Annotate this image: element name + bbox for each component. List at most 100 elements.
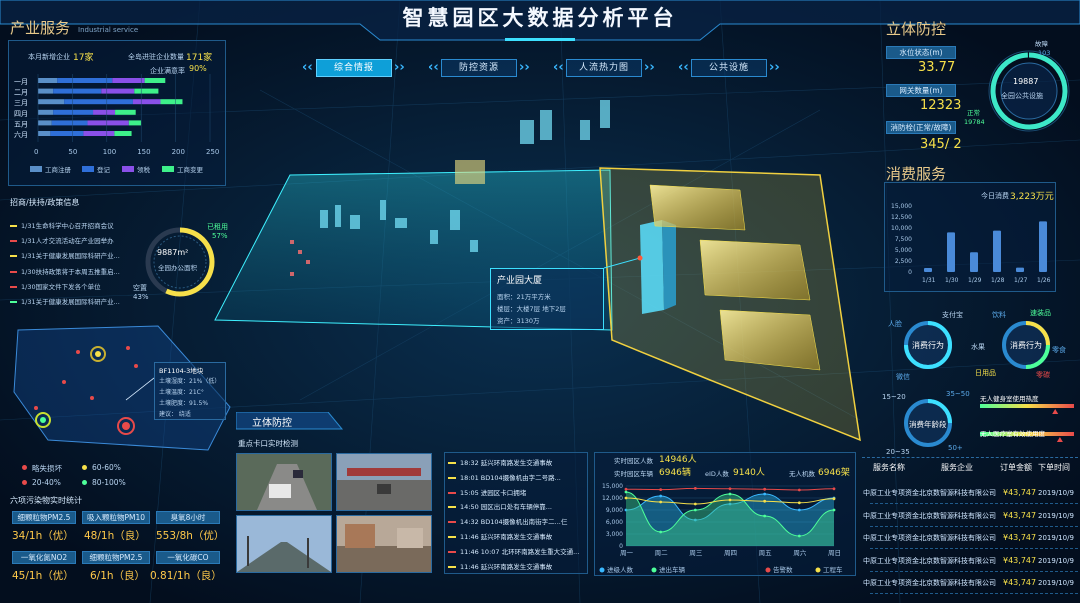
bar-segment — [51, 120, 88, 126]
policy-item[interactable]: 1/30国家文件下发各个单位 — [10, 281, 101, 291]
tick-label: 250 — [206, 148, 219, 156]
water-label: 水位状态(m) — [886, 46, 956, 59]
drone-label: 无人机数 — [789, 470, 815, 478]
tick-label: 12,500 — [891, 214, 912, 221]
tag-drink: 饮料 — [992, 311, 1006, 319]
hydrant-label: 消防栓(正常/故障) — [886, 121, 956, 134]
data-point — [693, 508, 697, 512]
tick-label: 15,000 — [891, 203, 912, 210]
tag-daily: 日用品 — [975, 369, 996, 377]
event-item-text: 11:46 延兴环南路发生交通事故 — [460, 533, 553, 541]
event-item[interactable]: 18:32 延兴环南路发生交通事故 — [448, 457, 552, 467]
data-point — [624, 496, 628, 500]
category-label: 周四 — [724, 549, 737, 557]
policy-item[interactable]: 1/31人才交流活动在产业园举办 — [10, 235, 114, 245]
heat-bar — [980, 404, 1074, 408]
camera-feed-3[interactable] — [236, 515, 332, 573]
bar-segment — [53, 88, 102, 94]
data-point — [624, 487, 628, 491]
category-label: 1/29 — [968, 277, 982, 284]
legend-label: 进出车辆 — [659, 565, 686, 574]
policy-item[interactable]: 1/31关于健康发展国际科研产业... — [10, 250, 120, 260]
table-cell: ¥43,747 — [1003, 510, 1037, 520]
people-value: 14946人 — [659, 455, 697, 465]
event-item[interactable]: 11:46 延兴环南路发生交通事故 — [448, 561, 552, 571]
event-item[interactable]: 11:46 延兴环南路发生交通事故 — [448, 531, 552, 541]
chevron-right-icon: ›› — [519, 60, 530, 75]
event-item[interactable]: 14:32 BD104摄像机出南街字二...仨 — [448, 516, 567, 526]
category-label: 周日 — [828, 549, 841, 557]
event-item-text: 11:46 延兴环南路发生交通事故 — [460, 562, 553, 571]
data-point — [832, 497, 836, 501]
age-35-50: 35~50 — [946, 390, 970, 398]
bar-segment — [53, 109, 94, 115]
pm25-label: 细颗粒物PM2.5 — [12, 511, 76, 524]
bar-segment — [57, 78, 113, 83]
event-item[interactable]: 15:05 进园区卡口拥堵 — [448, 487, 526, 497]
orders-header-service: 服务名称 — [873, 463, 905, 472]
industry-bar-chart: 一月二月三月四月五月六月 0 50 100 150 200 250 — [14, 74, 219, 156]
tab-heatmap[interactable]: 人流热力图 — [566, 59, 642, 77]
soil-sensor-dot[interactable] — [117, 417, 135, 435]
industry-subtitle: Industrial service — [78, 26, 139, 34]
policy-item-text: 1/30国家文件下发各个单位 — [21, 282, 101, 291]
table-row[interactable]: 中原工业专项资金 北京数智源科技有限公司 ¥43,747 2019/10/9 — [863, 505, 1078, 527]
facility-label: 全园公共设施 — [1001, 92, 1043, 100]
building-callout[interactable]: 产业园大厦 面积：21万平方米 楼层：大楼7层 地下2层 资产：3130万 — [490, 268, 604, 330]
consume-bar-chart: 15,000 12,500 10,000 7,500 5,000 2,500 0 1/31 1/… — [891, 203, 1051, 284]
category-label: 六月 — [14, 130, 28, 139]
tick-label: 15,000 — [602, 483, 623, 490]
table-row[interactable]: 中原工业专项资金 北京数智源科技有限公司 ¥43,747 2019/10/9 — [863, 572, 1078, 594]
empty-label: 空置 — [133, 284, 147, 292]
water-value: 33.77 — [918, 60, 956, 75]
event-item[interactable]: 14:50 园区出口处有车辆停靠... — [448, 501, 552, 511]
policy-item[interactable]: 1/31生命科学中心召开招商会议 — [10, 220, 114, 230]
category-label: 1/28 — [991, 277, 1005, 284]
co-label: 一氧化碳CO — [156, 551, 220, 564]
data-point — [832, 508, 836, 512]
soil-tooltip: BF1104-3地块 土壤湿度：21%（低） 土壤温度：21C° 土壤肥度：91… — [154, 362, 226, 420]
table-cell: 中原工业专项资金 — [863, 534, 919, 542]
table-row[interactable]: 中原工业专项资金 北京数智源科技有限公司 ¥43,747 2019/10/9 — [863, 527, 1078, 549]
legend-dot — [651, 567, 657, 573]
status-bar-icon — [10, 270, 17, 273]
data-point — [659, 530, 663, 534]
table-cell: 北京数智源科技有限公司 — [919, 511, 996, 520]
camera-feed-4[interactable] — [336, 515, 432, 573]
bar-segment — [38, 109, 54, 115]
table-row[interactable]: 中原工业专项资金 北京数智源科技有限公司 ¥43,747 2019/10/9 — [863, 482, 1078, 504]
legend-label: 工商注册 — [45, 166, 71, 174]
office-area-value: 9887m² — [157, 248, 189, 257]
table-cell: 2019/10/9 — [1038, 579, 1074, 587]
policy-item-text: 1/31关于健康发展国际科研产业... — [21, 252, 120, 261]
legend-dot — [82, 465, 87, 470]
orders-divider — [862, 457, 1078, 458]
data-point — [763, 499, 767, 503]
soil-sensor-dot[interactable] — [35, 412, 51, 428]
table-row[interactable]: 中原工业专项资金 北京数智源科技有限公司 ¥43,747 2019/10/9 — [863, 550, 1078, 572]
event-item[interactable]: 11:46 10:07 北环环南路发生重大交通... — [448, 546, 579, 556]
event-item[interactable]: 18:01 BD104摄像机由字二号路... — [448, 472, 561, 482]
policy-item[interactable]: 1/30扶持政策将于本周五推重启... — [10, 266, 120, 276]
behavior2-label: 消费行为 — [1010, 341, 1042, 350]
table-cell: ¥43,747 — [1003, 488, 1037, 497]
bar-segment — [38, 88, 54, 94]
medical-heat-label: 无人医疗室有效使用度 — [980, 430, 1045, 438]
soil-sensor-dot[interactable] — [90, 346, 106, 362]
legend-label: 领税 — [137, 166, 150, 174]
table-cell: 2019/10/9 — [1038, 534, 1074, 542]
policy-item[interactable]: 1/31关于健康发展国际科研产业... — [10, 296, 120, 306]
bar-segment — [115, 109, 136, 115]
table-cell: 中原工业专项资金 — [863, 511, 919, 520]
data-point — [728, 487, 732, 491]
bar-segment — [38, 99, 65, 105]
camera-feed-2[interactable] — [336, 453, 432, 511]
data-point — [797, 501, 801, 505]
camera-feed-1[interactable] — [236, 453, 332, 511]
tab-overview[interactable]: 综合情报 — [316, 59, 392, 77]
tab-public-facilities[interactable]: 公共设施 — [691, 59, 767, 77]
bar-segment — [93, 109, 116, 115]
category-label: 1/31 — [922, 277, 936, 284]
event-item-text: 11:46 10:07 北环环南路发生重大交通... — [460, 547, 580, 556]
tab-defense-resources[interactable]: 防控资源 — [441, 59, 517, 77]
